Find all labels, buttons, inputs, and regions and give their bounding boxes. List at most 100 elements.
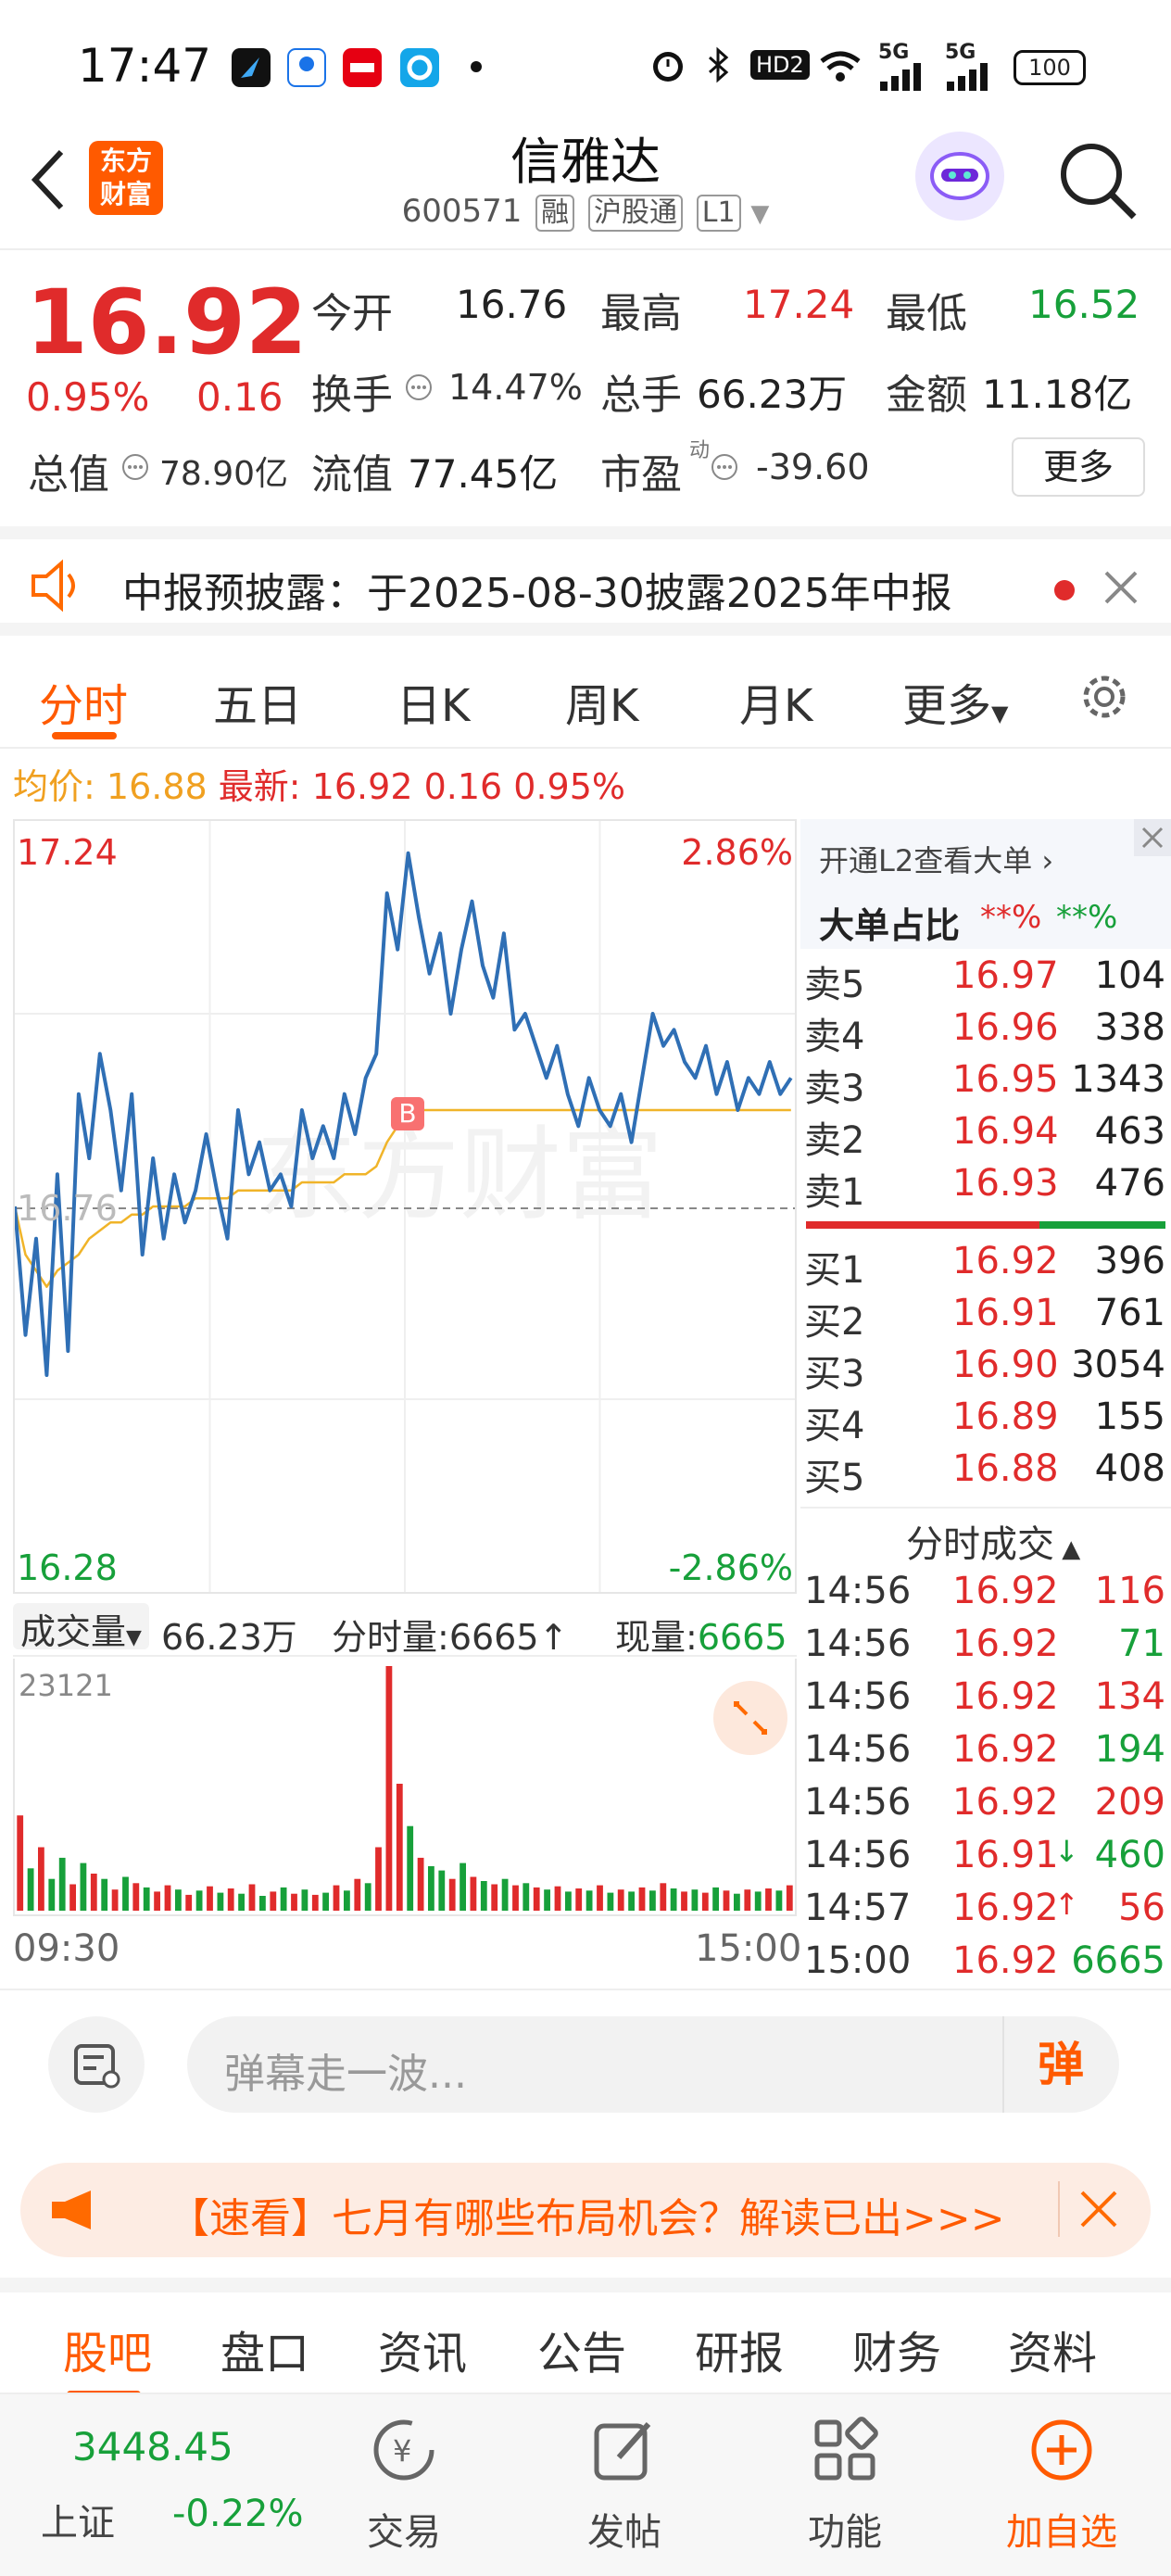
volume-bar [448,1878,456,1911]
volume-bar [311,1894,319,1911]
volume-bar [27,1868,34,1911]
notice-text: 中报预披露：于2025-08-30披露2025年中报 [122,570,952,617]
bottom-tab-0[interactable]: 股吧 [63,2317,152,2381]
dropdown-icon: ▼ [991,701,1009,726]
volume-bar [270,1891,277,1911]
expand-icon[interactable] [713,1681,787,1755]
tick-time: 14:56 [804,1623,912,1665]
comment-settings-icon[interactable] [48,2016,145,2113]
volume-bar [533,1887,540,1911]
tab-intraday[interactable]: 分时 [39,669,128,734]
tick-time: 14:56 [804,1675,912,1718]
search-icon[interactable] [1056,139,1140,226]
pe-info-icon[interactable] [710,452,739,486]
volume-label: 总手 [600,372,682,419]
status-time: 17:47 [78,39,212,93]
danmu-toggle[interactable]: 弹 [1002,2016,1117,2113]
bid-volume: 396 [1094,1240,1165,1282]
avg-label: 均价: [13,766,95,807]
index-change[interactable]: -0.22% [172,2493,304,2535]
chevron-right-icon: › [1032,843,1054,878]
ticks-title[interactable]: 分时成交 ▲ [906,1514,1080,1568]
nav-functions[interactable]: 功能 [789,2502,900,2556]
volume-chart[interactable]: 23121 [13,1659,797,1916]
bid-row: 买4 16.89 155 [800,1395,1171,1447]
chart-top-price: 17.24 [17,832,118,873]
volume-bar [775,1890,783,1911]
volume-bar [554,1886,561,1911]
add-watchlist-icon[interactable] [1025,2413,1099,2491]
tick-price: 16.92 [952,1623,1059,1665]
price-chart[interactable]: 东方财富 17.24 2.86% 16.76 16.28 -2.86% B [13,819,797,1594]
post-icon[interactable] [587,2413,661,2491]
functions-icon[interactable] [808,2413,882,2491]
index-value[interactable]: 3448.45 [72,2424,233,2469]
volume-value: 66.23万 [697,372,848,417]
level-tag: L1 [696,195,741,232]
robot-assistant-icon[interactable] [915,132,1004,221]
tick-row: 14:57 16.92 ↑ 56 [800,1887,1171,1938]
l2-link[interactable]: 开通L2查看大单 › [819,838,1053,880]
tab-weekly-k[interactable]: 周K [565,669,638,734]
volume-bar [185,1894,193,1911]
chart-bottom-pct: -2.86% [668,1547,793,1588]
info-icon[interactable] [120,452,150,486]
tick-time: 14:56 [804,1728,912,1771]
tab-monthly-k[interactable]: 月K [739,669,812,734]
tab-more[interactable]: 更多▼ [902,669,1008,734]
bid-price: 16.89 [952,1395,1059,1438]
bottom-tab-3[interactable]: 公告 [537,2317,626,2381]
more-button[interactable]: 更多 [1012,437,1145,497]
volume-bar [354,1878,361,1911]
ask-row: 卖1 16.93 476 [800,1162,1171,1214]
volume-bar [460,1863,466,1911]
volume-max-label: 23121 [19,1668,113,1703]
low-value: 16.52 [1028,282,1140,327]
bid-label: 买3 [804,1353,865,1395]
latest-value: 16.92 [311,766,413,807]
stock-code: 600571 [401,193,523,230]
index-name[interactable]: 上证 [41,2493,115,2546]
tab-5day[interactable]: 五日 [213,669,302,734]
volume-bar [227,1888,234,1911]
open-label: 今开 [311,290,393,337]
close-icon[interactable] [1102,569,1140,610]
tick-direction: ↓ [1054,1834,1079,1869]
nav-add-watchlist[interactable]: 加自选 [988,2502,1136,2556]
tag-dropdown-icon[interactable]: ▼ [750,200,769,228]
volume-bar [744,1889,751,1911]
turnover-info-icon[interactable] [404,373,434,406]
volume-bar [712,1887,719,1911]
ask-price: 16.95 [952,1058,1059,1101]
latest-change: 0.16 [423,766,503,807]
tick-volume: 134 [1094,1675,1165,1718]
current-volume: 现量:6665 [615,1617,787,1658]
bid-row: 买1 16.92 396 [800,1240,1171,1292]
volume-bar [333,1885,340,1911]
volume-bar [786,1885,793,1911]
settings-icon[interactable] [1075,667,1134,730]
buy-sell-ratio-red [806,1221,1039,1229]
bottom-tab-4[interactable]: 研报 [695,2317,784,2381]
volume-bar [480,1881,487,1911]
volume-selector[interactable]: 成交量▼ [13,1603,149,1652]
banner-close-icon[interactable] [1078,2189,1119,2233]
l2-close-icon[interactable] [1134,819,1171,856]
float-value: 77.45亿 [408,451,559,497]
bottom-tab-1[interactable]: 盘口 [220,2317,309,2381]
bottom-tab-2[interactable]: 资讯 [378,2317,467,2381]
volume-bar [597,1885,603,1911]
buy-marker[interactable]: B [391,1097,424,1130]
volume-bar [280,1887,287,1911]
tick-row: 14:56 16.92 194 [800,1728,1171,1780]
trade-icon[interactable]: ¥ [367,2413,441,2491]
nav-trade[interactable]: 交易 [348,2502,460,2556]
comment-input[interactable]: 弹幕走一波... 弹 [187,2016,1119,2113]
tab-daily-k[interactable]: 日K [397,669,470,734]
promo-banner[interactable]: 【速看】七月有哪些布局机会？解读已出>>> [20,2163,1151,2257]
bottom-tab-6[interactable]: 资料 [1008,2317,1097,2381]
ask-label: 卖3 [804,1067,865,1110]
bottom-tab-5[interactable]: 财务 [852,2317,941,2381]
notice-bar[interactable]: 中报预披露：于2025-08-30披露2025年中报 [0,526,1171,636]
nav-post[interactable]: 发帖 [569,2502,680,2556]
